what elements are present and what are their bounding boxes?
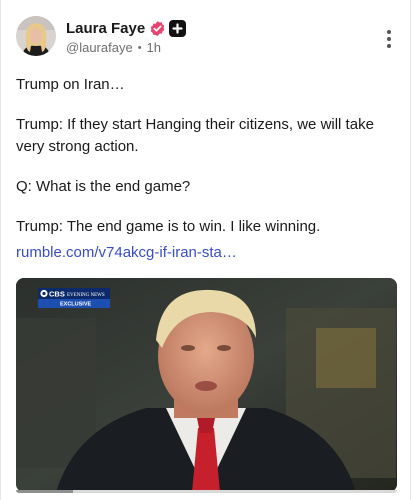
svg-text:EXCLUSIVE: EXCLUSIVE — [60, 302, 92, 308]
more-options-button[interactable] — [379, 28, 399, 50]
cbs-logo: CBS EVENING NEWS EXCLUSIVE — [38, 288, 110, 308]
video-progress-bar[interactable] — [16, 490, 397, 493]
post-time[interactable]: 1h — [147, 40, 161, 55]
video-frame — [16, 278, 397, 492]
video-progress-fill — [16, 490, 74, 493]
plus-badge-icon — [169, 19, 187, 37]
avatar[interactable] — [16, 16, 56, 56]
more-vertical-icon — [387, 30, 391, 48]
post-body: Trump on Iran… Trump: If they start Hang… — [16, 74, 401, 256]
post-line: Trump on Iran… — [16, 76, 125, 93]
separator-dot: • — [137, 41, 142, 54]
post-line: Trump: The end game is to win. I like wi… — [16, 218, 321, 235]
author-name[interactable]: Laura Faye — [66, 20, 145, 37]
video-thumbnail[interactable]: CBS EVENING NEWS EXCLUSIVE — [16, 278, 397, 492]
svg-text:EVENING NEWS: EVENING NEWS — [67, 293, 105, 298]
post-card: Laura Faye @laurafaye • 1h Trump on Iran… — [0, 0, 411, 500]
post-header: Laura Faye @laurafaye • 1h — [16, 16, 401, 60]
author-handle: @laurafaye — [66, 40, 133, 55]
handle-row: @laurafaye • 1h — [66, 40, 161, 55]
post-link[interactable]: rumble.com/v74akcg-if-iran-sta… — [16, 242, 237, 264]
svg-text:CBS: CBS — [49, 290, 65, 299]
post-line: Q: What is the end game? — [16, 178, 191, 195]
post-line: Trump: If they start Hanging their citiz… — [16, 116, 374, 155]
check-badge-icon — [149, 20, 166, 37]
name-row: Laura Faye — [66, 18, 187, 38]
